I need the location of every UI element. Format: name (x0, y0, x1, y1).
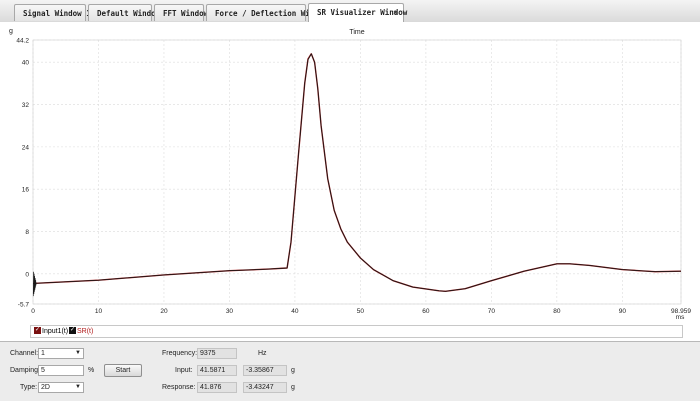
chart-area: Time g ms 44.2 40 32 24 16 8 0 -5.7 0 10 20 30 40 50… (0, 22, 700, 340)
x-tick-label: 30 (226, 308, 234, 315)
x-tick-label: 0 (31, 308, 35, 315)
tab-label: Default Window (97, 9, 161, 18)
x-tick-label: 60 (422, 308, 430, 315)
frequency-unit: Hz (258, 350, 267, 357)
input-label: Input: (175, 367, 193, 374)
response-value-peak: 41.876 (197, 382, 237, 393)
chart-title: Time (349, 29, 364, 36)
x-tick-label: 20 (160, 308, 168, 315)
x-tick-label: 10 (95, 308, 103, 315)
y-tick-label: 32 (22, 102, 30, 109)
close-icon[interactable]: × (393, 4, 398, 21)
y-tick-label: 40 (22, 60, 30, 67)
tab-signal-window-1[interactable]: Signal Window 1 (14, 4, 91, 21)
tab-label: Signal Window 1 (23, 9, 91, 18)
tab-force-deflection-window[interactable]: Force / Deflection Window (206, 4, 328, 21)
checkbox-checked-icon[interactable]: ✓ (69, 326, 76, 334)
tab-fft-window[interactable]: FFT Window (154, 4, 208, 21)
tab-sr-visualizer-window[interactable]: SR Visualizer Window × (308, 3, 407, 22)
legend-label: SR(t) (77, 328, 94, 335)
channel-label: Channel: (10, 350, 39, 357)
channel-select[interactable]: 1 ▼ (38, 348, 84, 359)
input-value-peak: 41.5871 (197, 365, 237, 376)
start-button[interactable]: Start (104, 364, 142, 377)
y-tick-label: 8 (25, 229, 29, 236)
type-value: 2D (41, 384, 50, 391)
damping-value: 5 (41, 367, 45, 374)
damping-label: Damping (10, 367, 39, 374)
y-tick-label: 16 (22, 187, 30, 194)
tab-bar: Signal Window 1 Default Window FFT Windo… (0, 0, 700, 23)
legend-label: Input1(t) (42, 328, 69, 335)
response-unit: g (291, 384, 295, 391)
y-tick-label: -5.7 (18, 302, 30, 309)
legend-item-response[interactable]: ✓ SR(t) (69, 326, 93, 337)
type-label: Type: (20, 384, 38, 391)
x-tick-label: 40 (291, 308, 299, 315)
checkbox-checked-icon[interactable]: ✓ (34, 326, 41, 334)
frequency-label: Frequency: (162, 350, 198, 357)
tab-label: FFT Window (163, 9, 209, 18)
channel-value: 1 (41, 350, 45, 357)
x-tick-label: 50 (357, 308, 365, 315)
input-value-min: -3.35867 (243, 365, 287, 376)
tab-default-window[interactable]: Default Window (88, 4, 160, 21)
y-tick-label: 44.2 (16, 38, 29, 45)
chevron-down-icon: ▼ (75, 350, 81, 356)
time-chart: Time g ms 44.24032241680-5.7 0 10 20 30 40 50… (9, 28, 691, 321)
x-axis-unit: ms (676, 314, 685, 321)
series-line-response (32, 53, 682, 292)
x-tick-label: 90 (619, 308, 627, 315)
type-select[interactable]: 2D ▼ (38, 382, 84, 393)
damping-unit: % (88, 367, 95, 374)
response-value-min: -3.43247 (243, 382, 287, 393)
y-tick-label: 0 (25, 271, 29, 278)
x-tick-label: 80 (553, 308, 561, 315)
control-panel: Channel: 1 ▼ Damping 5 % Type: 2D ▼ Start … (0, 341, 700, 401)
response-label: Response: (162, 384, 196, 391)
y-axis-unit: g (9, 28, 13, 35)
frequency-value: 9375 (197, 348, 237, 359)
x-tick-label: 98.959 (671, 308, 691, 315)
input-unit: g (291, 367, 295, 374)
y-tick-label: 24 (22, 144, 30, 151)
x-tick-label: 70 (488, 308, 496, 315)
chevron-down-icon: ▼ (75, 384, 81, 390)
chart-legend: ✓ Input1(t) ✓ SR(t) (30, 325, 683, 338)
legend-item-input[interactable]: ✓ Input1(t) (34, 326, 68, 337)
series-line-input (32, 53, 682, 292)
damping-input[interactable]: 5 (38, 365, 84, 376)
series-line-input-noise (32, 271, 37, 297)
